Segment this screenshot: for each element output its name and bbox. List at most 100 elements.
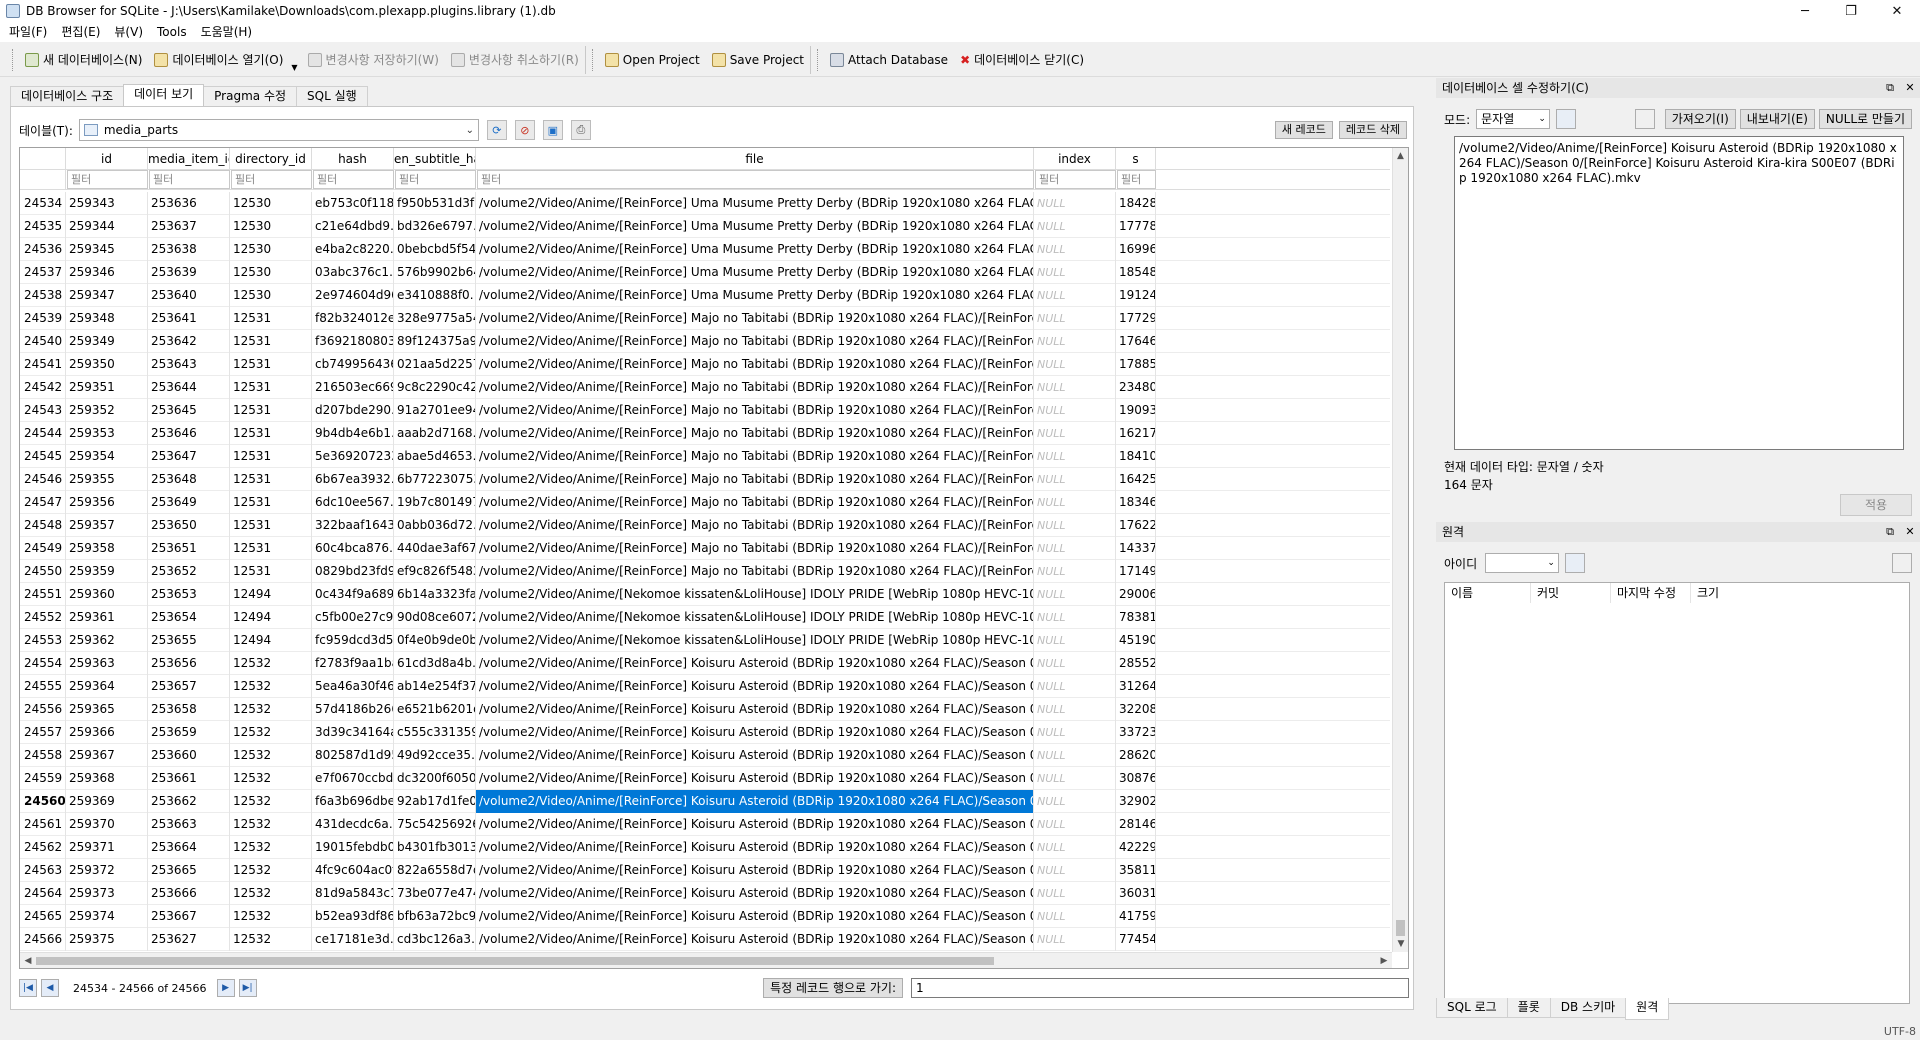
last-record-icon[interactable]: ▶| bbox=[238, 979, 257, 997]
toolbar-grip[interactable] bbox=[591, 48, 595, 71]
close-database-button[interactable]: ✖ 데이터베이스 닫기(C) bbox=[954, 48, 1090, 72]
table-cell[interactable]: 253648 bbox=[148, 468, 230, 491]
table-cell[interactable]: NULL bbox=[1034, 675, 1116, 698]
table-cell[interactable]: 18410 bbox=[1116, 445, 1156, 468]
table-cell[interactable]: 253663 bbox=[148, 813, 230, 836]
table-row[interactable]: 2455325936225365512494fc959dcd3d5…0f4e0b… bbox=[20, 629, 1390, 652]
row-number[interactable]: 24563 bbox=[20, 859, 66, 882]
table-cell[interactable]: abae5d4653… bbox=[394, 445, 476, 468]
row-number[interactable]: 24543 bbox=[20, 399, 66, 422]
table-cell[interactable]: NULL bbox=[1034, 606, 1116, 629]
row-number[interactable]: 24560 bbox=[20, 790, 66, 813]
table-cell[interactable]: NULL bbox=[1034, 445, 1116, 468]
row-number[interactable]: 24536 bbox=[20, 238, 66, 261]
table-cell[interactable]: 41759 bbox=[1116, 905, 1156, 928]
table-cell[interactable]: 42229 bbox=[1116, 836, 1156, 859]
table-row[interactable]: 2456525937425366712532b52ea93df86…bfb63a… bbox=[20, 905, 1390, 928]
table-cell[interactable]: e7f0670ccbd… bbox=[312, 767, 394, 790]
row-number[interactable]: 24558 bbox=[20, 744, 66, 767]
table-cell[interactable]: NULL bbox=[1034, 284, 1116, 307]
table-cell[interactable]: 77454 bbox=[1116, 928, 1156, 951]
tab-sql-log[interactable]: SQL 로그 bbox=[1436, 998, 1508, 1018]
table-cell[interactable]: ab14e254f37… bbox=[394, 675, 476, 698]
column-header[interactable]: index bbox=[1034, 148, 1116, 170]
row-number[interactable]: 24550 bbox=[20, 560, 66, 583]
table-cell[interactable]: NULL bbox=[1034, 261, 1116, 284]
table-cell[interactable]: 12531 bbox=[230, 445, 312, 468]
table-cell[interactable]: /volume2/Video/Anime/[Nekomoe kissaten&L… bbox=[476, 583, 1034, 606]
table-cell[interactable]: /volume2/Video/Anime/[ReinForce] Koisuru… bbox=[476, 767, 1034, 790]
row-number[interactable]: 24534 bbox=[20, 192, 66, 215]
table-cell[interactable]: 12531 bbox=[230, 422, 312, 445]
table-row[interactable]: 245642593732536661253281d9a5843c1…73be07… bbox=[20, 882, 1390, 905]
save-project-button[interactable]: Save Project bbox=[706, 48, 810, 72]
add-identity-icon[interactable] bbox=[1565, 553, 1586, 573]
table-cell[interactable]: 12532 bbox=[230, 836, 312, 859]
table-cell[interactable]: 12530 bbox=[230, 261, 312, 284]
table-cell[interactable]: 259363 bbox=[66, 652, 148, 675]
table-cell[interactable]: 16425 bbox=[1116, 468, 1156, 491]
table-cell[interactable]: 259346 bbox=[66, 261, 148, 284]
table-cell[interactable]: 0c434f9a689… bbox=[312, 583, 394, 606]
vertical-scrollbar[interactable]: ▲ ▼ bbox=[1392, 148, 1408, 952]
table-cell[interactable]: 9b4db4e6b1… bbox=[312, 422, 394, 445]
open-database-button[interactable]: 데이터베이스 열기(O) bbox=[148, 48, 289, 72]
table-cell[interactable]: 259354 bbox=[66, 445, 148, 468]
table-row[interactable]: 2455925936825366112532e7f0670ccbd…dc3200… bbox=[20, 767, 1390, 790]
table-cell[interactable]: e4ba2c8220… bbox=[312, 238, 394, 261]
mode-select[interactable]: 문자열 ⌄ bbox=[1476, 109, 1551, 129]
table-cell[interactable]: NULL bbox=[1034, 330, 1116, 353]
revert-changes-button[interactable]: 변경사항 취소하기(R) bbox=[445, 48, 585, 72]
table-cell[interactable]: 17622 bbox=[1116, 514, 1156, 537]
table-cell[interactable]: NULL bbox=[1034, 836, 1116, 859]
maximize-button[interactable]: ❐ bbox=[1828, 0, 1874, 22]
table-cell[interactable]: f2783f9aa1ba… bbox=[312, 652, 394, 675]
table-cell[interactable]: NULL bbox=[1034, 307, 1116, 330]
remote-col-size[interactable]: 크기 bbox=[1691, 583, 1751, 603]
table-cell[interactable]: 73be077e474… bbox=[394, 882, 476, 905]
table-cell[interactable]: /volume2/Video/Anime/[ReinForce] Koisuru… bbox=[476, 790, 1034, 813]
row-number[interactable]: 24548 bbox=[20, 514, 66, 537]
table-cell[interactable]: NULL bbox=[1034, 813, 1116, 836]
table-cell[interactable]: 253649 bbox=[148, 491, 230, 514]
table-cell[interactable]: 259364 bbox=[66, 675, 148, 698]
table-cell[interactable]: 32208 bbox=[1116, 698, 1156, 721]
table-cell[interactable]: 49d92cce35… bbox=[394, 744, 476, 767]
print-button[interactable]: ⎙ bbox=[570, 120, 591, 140]
table-cell[interactable]: 259344 bbox=[66, 215, 148, 238]
table-cell[interactable]: eb753c0f118… bbox=[312, 192, 394, 215]
row-number[interactable]: 24556 bbox=[20, 698, 66, 721]
table-row[interactable]: 2454825935725365012531322baaf1643…0abb03… bbox=[20, 514, 1390, 537]
remote-col-commit[interactable]: 커밋 bbox=[1531, 583, 1611, 603]
table-cell[interactable]: NULL bbox=[1034, 652, 1116, 675]
table-cell[interactable]: 5e369207233… bbox=[312, 445, 394, 468]
table-row[interactable]: 24538259347253640125302e974604d96…e34108… bbox=[20, 284, 1390, 307]
table-cell[interactable]: 253667 bbox=[148, 905, 230, 928]
scroll-up-icon[interactable]: ▲ bbox=[1393, 148, 1408, 164]
table-cell[interactable]: 253646 bbox=[148, 422, 230, 445]
table-cell[interactable]: /volume2/Video/Anime/[ReinForce] Uma Mus… bbox=[476, 238, 1034, 261]
row-number[interactable]: 24549 bbox=[20, 537, 66, 560]
table-cell[interactable]: 259362 bbox=[66, 629, 148, 652]
table-cell[interactable]: ef9c826f5483… bbox=[394, 560, 476, 583]
table-row[interactable]: 2454325935225364512531d207bde290…91a2701… bbox=[20, 399, 1390, 422]
table-cell[interactable]: 78381 bbox=[1116, 606, 1156, 629]
table-cell[interactable]: 431decdc6a… bbox=[312, 813, 394, 836]
table-cell[interactable]: aaab2d7168… bbox=[394, 422, 476, 445]
table-row[interactable]: 24546259355253648125316b67ea3932…6b77223… bbox=[20, 468, 1390, 491]
table-cell[interactable]: 253650 bbox=[148, 514, 230, 537]
table-cell[interactable]: NULL bbox=[1034, 560, 1116, 583]
filter-input[interactable]: 필터 bbox=[231, 170, 312, 189]
table-cell[interactable]: NULL bbox=[1034, 238, 1116, 261]
table-cell[interactable]: 253640 bbox=[148, 284, 230, 307]
next-record-icon[interactable]: ▶ bbox=[216, 979, 235, 997]
scroll-down-icon[interactable]: ▼ bbox=[1393, 936, 1408, 952]
table-cell[interactable]: 17778 bbox=[1116, 215, 1156, 238]
table-cell[interactable]: 81d9a5843c1… bbox=[312, 882, 394, 905]
table-cell[interactable]: /volume2/Video/Anime/[ReinForce] Uma Mus… bbox=[476, 261, 1034, 284]
table-cell[interactable]: /volume2/Video/Anime/[ReinForce] Koisuru… bbox=[476, 836, 1034, 859]
table-cell[interactable]: 259371 bbox=[66, 836, 148, 859]
close-dock-icon[interactable]: ✕ bbox=[1900, 78, 1920, 98]
table-row[interactable]: 24544259353253646125319b4db4e6b1…aaab2d7… bbox=[20, 422, 1390, 445]
row-number[interactable]: 24557 bbox=[20, 721, 66, 744]
